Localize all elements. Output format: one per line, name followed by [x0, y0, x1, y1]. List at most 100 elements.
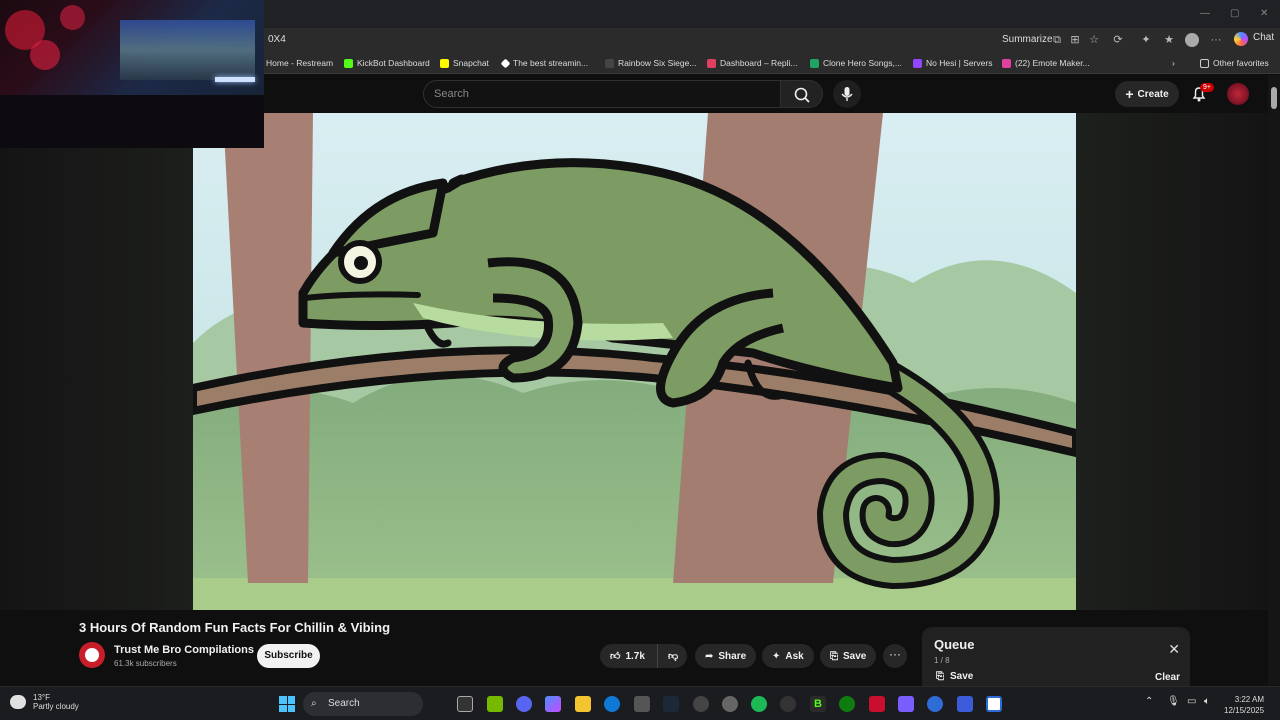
share-button[interactable]: ➦ Share	[695, 644, 757, 668]
voice-search-button[interactable]	[833, 80, 861, 108]
add-tab-icon[interactable]: ⊞	[1068, 33, 1082, 47]
game-app-icon[interactable]	[869, 696, 885, 712]
close-window-button[interactable]: ✕	[1260, 8, 1268, 19]
channel-name[interactable]: Trust Me Bro Compilations	[114, 644, 254, 656]
search-button[interactable]	[781, 80, 823, 108]
network-icon[interactable]: ▭	[1187, 696, 1196, 707]
bookmark-icon: ⎘	[936, 671, 944, 682]
folder-icon	[1200, 58, 1209, 68]
dislike-button[interactable]: 👎︎	[657, 644, 687, 668]
queue-clear-button[interactable]: Clear	[1155, 672, 1180, 683]
account-avatar[interactable]	[1227, 83, 1249, 105]
extensions-icon[interactable]: ✦	[1139, 33, 1153, 47]
maximize-button[interactable]: ▢	[1230, 8, 1239, 19]
task-view-icon[interactable]	[457, 696, 473, 712]
4k-app-icon[interactable]	[780, 696, 796, 712]
emote-maker-icon	[1002, 58, 1011, 68]
settings-gear-icon[interactable]	[722, 696, 738, 712]
bookmarks-overflow-chevron-icon[interactable]: ›	[1172, 58, 1175, 68]
copilot-app-icon[interactable]	[545, 696, 561, 712]
like-button[interactable]: 👍︎ 1.7k	[600, 644, 657, 668]
obs-icon[interactable]	[693, 696, 709, 712]
minimize-button[interactable]: —	[1200, 8, 1210, 19]
search-icon: ⌕	[311, 698, 317, 709]
windows-start-icon[interactable]	[279, 696, 295, 712]
spotify-icon[interactable]	[751, 696, 767, 712]
search-icon	[794, 87, 810, 103]
subscriber-count: 61.3k subscribers	[114, 659, 177, 668]
more-actions-button[interactable]: ···	[883, 644, 907, 668]
favorite-star-icon[interactable]: ☆	[1087, 33, 1101, 47]
launcher-icon[interactable]	[927, 696, 943, 712]
refresh-extension-icon[interactable]: ⟳	[1111, 33, 1125, 47]
bookmark-icon: ⎘	[830, 650, 838, 662]
sparkle-icon: ✦	[772, 650, 781, 662]
favorites-icon[interactable]: ★	[1162, 33, 1176, 47]
kickbot-icon	[344, 58, 353, 68]
queue-panel: Queue 1 / 8 ✕ ⎘ Save Clear	[922, 627, 1190, 687]
cloud-icon	[10, 695, 26, 709]
tray-chevron-icon[interactable]: ⌃	[1145, 696, 1153, 707]
video-frame-chameleon	[193, 113, 1076, 610]
file-explorer-icon[interactable]	[575, 696, 591, 712]
ambient-left	[0, 113, 193, 610]
thumbs-up-icon: 👍︎	[610, 651, 621, 662]
nohesi-icon	[913, 58, 922, 68]
close-icon[interactable]: ✕	[1168, 641, 1180, 658]
remote-app-icon[interactable]	[957, 696, 973, 712]
copilot-icon[interactable]	[1234, 32, 1248, 46]
queue-save-button[interactable]: ⎘ Save	[936, 671, 973, 682]
taskbar-search[interactable]: ⌕ Search	[303, 692, 423, 716]
bookmark-item[interactable]: The best streamin...	[500, 58, 588, 68]
search-input[interactable]: Search	[423, 80, 781, 108]
kick-bot-icon[interactable]: B	[810, 696, 826, 712]
bookmark-item[interactable]: Snapchat	[440, 58, 489, 68]
subscribe-button[interactable]: Subscribe	[257, 644, 320, 668]
steam-icon[interactable]	[663, 696, 679, 712]
summarize-button[interactable]: Summarize	[1002, 34, 1053, 45]
taskbar-clock[interactable]: 3:22 AM 12/15/2025	[1224, 694, 1264, 716]
ask-button[interactable]: ✦ Ask	[762, 644, 814, 668]
xbox-icon[interactable]	[839, 696, 855, 712]
edge-icon[interactable]	[604, 696, 620, 712]
bookmark-item[interactable]: Clone Hero Songs,...	[810, 58, 902, 68]
video-player[interactable]	[193, 113, 1076, 610]
url-field[interactable]: 0X4	[268, 34, 286, 45]
thumbs-down-icon: 👎︎	[668, 651, 679, 662]
bookmark-item[interactable]: No Hesi | Servers	[913, 58, 992, 68]
share-arrow-icon: ➦	[705, 650, 714, 662]
store-icon[interactable]	[634, 696, 650, 712]
bookmark-item[interactable]: (22) Emote Maker...	[1002, 58, 1090, 68]
scrollbar-thumb[interactable]	[1271, 87, 1277, 109]
page-scrollbar[interactable]	[1268, 75, 1280, 685]
save-button[interactable]: ⎘ Save	[820, 644, 877, 668]
mic-tray-icon[interactable]: 🎙︎	[1167, 696, 1180, 707]
sheets-icon	[810, 58, 819, 68]
volume-icon[interactable]: 🔈︎	[1204, 696, 1210, 707]
ambient-right	[1076, 113, 1268, 610]
bookmark-item[interactable]: Dashboard – Repli...	[707, 58, 798, 68]
nvidia-icon[interactable]	[487, 696, 503, 712]
snapchat-icon	[440, 58, 449, 68]
bookmark-item[interactable]: KickBot Dashboard	[344, 58, 430, 68]
queue-title: Queue	[934, 637, 975, 652]
webcam-overlay	[0, 0, 264, 148]
profile-icon[interactable]	[1185, 33, 1199, 47]
discord-icon[interactable]	[516, 696, 532, 712]
pen-app-icon[interactable]	[898, 696, 914, 712]
r6-icon	[605, 58, 614, 68]
windows-taskbar: 13°F Partly cloudy ⌕ Search B ⌃ 🎙︎ ▭ 🔈︎ …	[0, 686, 1280, 720]
plus-icon: +	[1125, 86, 1134, 102]
notepad-icon[interactable]	[986, 696, 1002, 712]
bookmark-item[interactable]: Home - Restream	[266, 58, 333, 68]
video-title: 3 Hours Of Random Fun Facts For Chillin …	[79, 620, 391, 635]
queue-count: 1 / 8	[934, 656, 950, 665]
more-menu-icon[interactable]: ···	[1209, 33, 1223, 47]
copilot-summarize-icon[interactable]: ⧉	[1050, 33, 1064, 47]
replit-icon	[707, 58, 716, 68]
other-favorites[interactable]: Other favorites	[1200, 58, 1269, 68]
bookmark-item[interactable]: Rainbow Six Siege...	[605, 58, 696, 68]
chat-button[interactable]: Chat	[1253, 32, 1274, 43]
create-button[interactable]: + Create	[1115, 81, 1179, 107]
channel-avatar[interactable]	[79, 642, 105, 668]
